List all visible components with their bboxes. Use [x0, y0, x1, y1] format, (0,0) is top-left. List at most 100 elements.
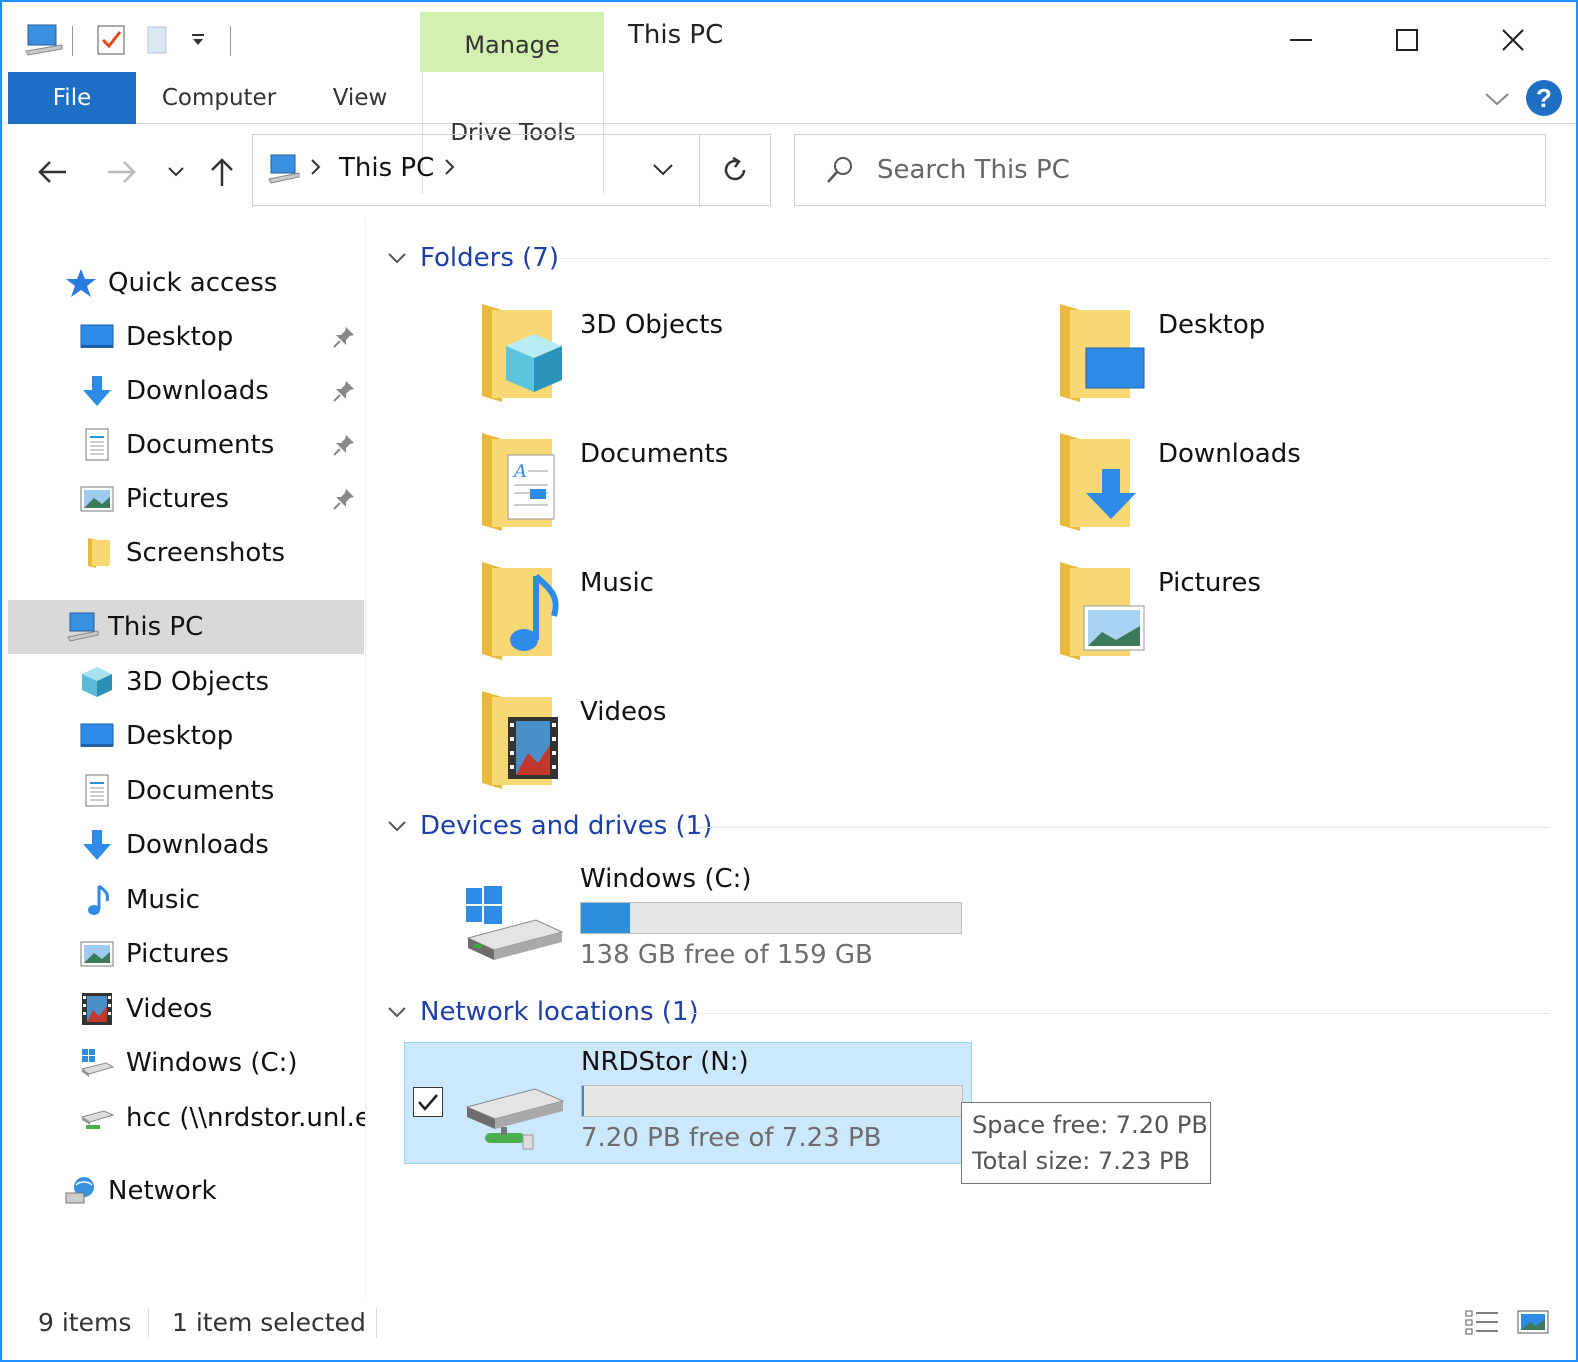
selection-checkbox[interactable]	[413, 1087, 443, 1117]
divider	[560, 258, 1550, 259]
tab-view[interactable]: View	[320, 72, 400, 124]
desktop-icon	[80, 719, 114, 753]
network-drive-icon	[465, 1088, 565, 1150]
search-box[interactable]	[794, 134, 1546, 206]
folder-label: Pictures	[1158, 568, 1261, 598]
sidebar-item-desktop[interactable]: Desktop	[8, 709, 364, 763]
checkmark-icon	[418, 1094, 438, 1111]
sidebar-item-label: Documents	[126, 776, 275, 806]
sidebar-item-documents[interactable]: Documents	[8, 764, 364, 818]
refresh-button[interactable]	[699, 134, 771, 206]
folder-label: Downloads	[1158, 439, 1301, 469]
sidebar-item-label: Pictures	[126, 939, 229, 969]
tab-computer[interactable]: Computer	[152, 72, 286, 124]
3d-objects-folder-icon	[482, 304, 562, 402]
maximize-button[interactable]	[1382, 20, 1432, 60]
group-header-label: Devices and drives (1)	[420, 811, 713, 841]
sidebar-item-videos[interactable]: Videos	[8, 982, 364, 1036]
desktop-icon	[80, 320, 114, 354]
desktop-folder-icon	[1060, 304, 1145, 402]
folder-label: Videos	[580, 697, 667, 727]
sidebar-item-label: Windows (C:)	[126, 1048, 298, 1078]
music-folder-icon	[482, 562, 559, 660]
folder-downloads[interactable]: Downloads	[1056, 433, 1556, 543]
tab-file[interactable]: File	[8, 72, 136, 124]
divider	[376, 1308, 377, 1338]
folder-pictures[interactable]: Pictures	[1056, 562, 1556, 672]
breadcrumb-chevron-icon[interactable]	[443, 157, 457, 181]
help-icon[interactable]: ?	[1524, 78, 1564, 118]
sidebar-item-label: Downloads	[126, 830, 269, 860]
windows-drive-icon	[80, 1046, 114, 1080]
svg-text:A: A	[512, 461, 527, 482]
sidebar-item-label: Downloads	[126, 376, 269, 406]
sidebar-item-label: Pictures	[126, 484, 229, 514]
recent-locations-button[interactable]	[158, 148, 194, 196]
item-count: 9 items	[38, 1308, 132, 1337]
folder-music[interactable]: Music	[478, 562, 978, 672]
sidebar-item-downloads[interactable]: Downloads	[8, 818, 364, 872]
pin-icon[interactable]	[332, 325, 356, 349]
forward-button[interactable]	[102, 148, 142, 196]
up-button[interactable]	[202, 148, 242, 196]
new-folder-icon[interactable]	[144, 20, 172, 60]
folder-videos[interactable]: Videos	[478, 691, 978, 801]
folder-label: Music	[580, 568, 654, 598]
tooltip-total-size: Total size: 7.23 PB	[972, 1147, 1190, 1175]
downloads-icon	[80, 374, 114, 408]
downloads-icon	[80, 828, 114, 862]
pin-icon[interactable]	[332, 379, 356, 403]
videos-folder-icon	[482, 691, 558, 789]
sidebar-item-desktop[interactable]: Desktop	[8, 310, 364, 364]
drive-name: NRDStor (N:)	[581, 1047, 749, 1077]
properties-icon[interactable]	[94, 20, 128, 60]
minimize-button[interactable]	[1276, 20, 1326, 60]
sidebar-item-label: Desktop	[126, 322, 234, 352]
sidebar-item-pictures[interactable]: Pictures	[8, 927, 364, 981]
sidebar-item-downloads[interactable]: Downloads	[8, 364, 364, 418]
sidebar-item-windows-c[interactable]: Windows (C:)	[8, 1036, 364, 1090]
sidebar-item-hcc-network-drive[interactable]: hcc (\\nrdstor.unl.ec	[8, 1091, 366, 1145]
sidebar-item-this-pc[interactable]: This PC	[8, 600, 364, 654]
large-icons-view-icon[interactable]	[1516, 1308, 1550, 1344]
back-button[interactable]	[32, 148, 72, 196]
sidebar-item-music[interactable]: Music	[8, 873, 364, 927]
pin-icon[interactable]	[332, 433, 356, 457]
address-history-chevron-down-icon[interactable]	[651, 159, 675, 183]
group-header-folders[interactable]: Folders (7)	[386, 238, 559, 278]
drive-windows-c[interactable]: Windows (C:) 138 GB free of 159 GB	[404, 860, 974, 982]
customize-toolbar-dropdown-icon[interactable]	[188, 20, 208, 60]
drive-usage-fill	[581, 903, 631, 933]
drive-nrdstor-n[interactable]: NRDStor (N:) 7.20 PB free of 7.23 PB	[404, 1042, 972, 1164]
sidebar-item-documents[interactable]: Documents	[8, 418, 364, 472]
close-button[interactable]	[1488, 20, 1538, 60]
group-header-devices-and-drives[interactable]: Devices and drives (1)	[386, 806, 712, 846]
breadcrumb-this-pc[interactable]: This PC	[339, 153, 434, 183]
sidebar-item-screenshots[interactable]: Screenshots	[8, 526, 364, 580]
divider	[698, 827, 1550, 828]
details-view-icon[interactable]	[1464, 1308, 1500, 1344]
folder-3d-objects[interactable]: 3D Objects	[478, 304, 978, 414]
sidebar-item-network[interactable]: Network	[8, 1164, 364, 1218]
folder-documents[interactable]: A Documents	[478, 433, 978, 543]
folder-desktop[interactable]: Desktop	[1056, 304, 1556, 414]
sidebar-item-label: hcc (\\nrdstor.unl.ec	[126, 1103, 366, 1133]
expand-ribbon-chevron-icon[interactable]	[1482, 84, 1512, 114]
refresh-icon	[724, 156, 746, 181]
pin-icon[interactable]	[332, 487, 356, 511]
chevron-down-icon	[168, 167, 184, 177]
tab-manage[interactable]: Manage	[420, 12, 604, 72]
address-bar[interactable]: This PC	[252, 134, 700, 206]
this-pc-app-icon[interactable]	[24, 20, 64, 60]
group-header-network-locations[interactable]: Network locations (1)	[386, 992, 699, 1032]
sidebar-item-3d-objects[interactable]: 3D Objects	[8, 655, 364, 709]
search-input[interactable]	[877, 155, 1477, 185]
3d-objects-icon	[80, 665, 114, 699]
sidebar-item-pictures[interactable]: Pictures	[8, 472, 364, 526]
sidebar-item-label: Videos	[126, 994, 213, 1024]
sidebar-item-quick-access[interactable]: Quick access	[8, 256, 364, 310]
arrow-right-icon	[108, 161, 136, 183]
network-icon	[64, 1174, 98, 1208]
sidebar-item-label: 3D Objects	[126, 667, 270, 697]
drive-usage-bar	[581, 1085, 963, 1117]
